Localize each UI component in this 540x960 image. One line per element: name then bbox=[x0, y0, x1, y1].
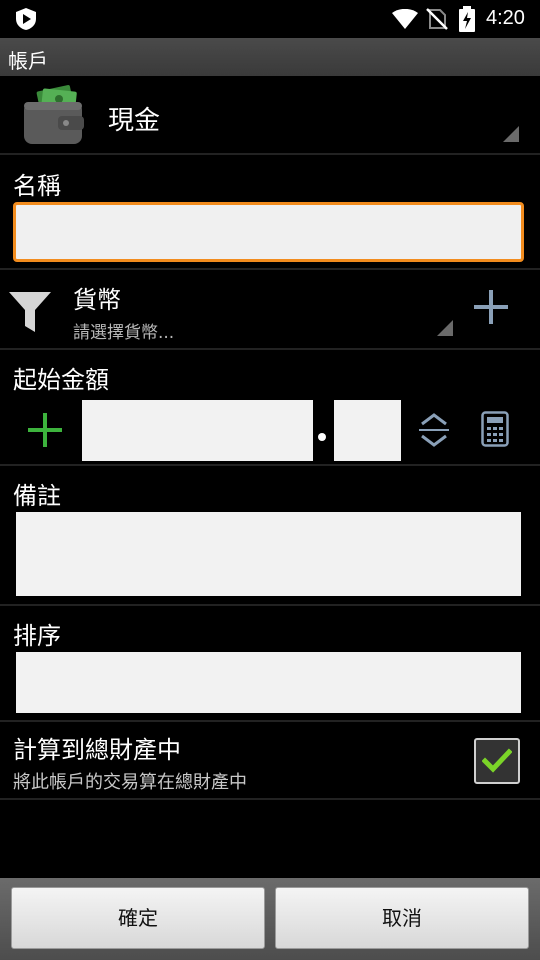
status-time: 4:20 bbox=[486, 7, 525, 29]
divider bbox=[0, 153, 540, 155]
filter-icon bbox=[9, 292, 51, 332]
divider bbox=[0, 464, 540, 466]
note-input[interactable] bbox=[16, 512, 521, 596]
divider bbox=[0, 798, 540, 800]
status-bar: 4:20 bbox=[0, 0, 540, 38]
confirm-button[interactable]: 確定 bbox=[11, 887, 265, 949]
include-in-total-label: 計算到總財產中 bbox=[13, 736, 181, 764]
divider bbox=[0, 720, 540, 722]
cancel-button[interactable]: 取消 bbox=[275, 887, 529, 949]
divider bbox=[0, 604, 540, 606]
amount-integer-input[interactable] bbox=[82, 400, 313, 461]
sort-label: 排序 bbox=[13, 622, 61, 650]
amount-decimal-input[interactable] bbox=[334, 400, 401, 461]
no-sim-icon bbox=[426, 8, 448, 30]
wallet-icon bbox=[24, 85, 84, 144]
note-label: 備註 bbox=[13, 482, 61, 510]
starting-amount-label: 起始金額 bbox=[13, 366, 109, 394]
name-label: 名稱 bbox=[13, 172, 61, 200]
name-input[interactable] bbox=[13, 202, 524, 262]
spinner-indicator bbox=[437, 320, 453, 336]
spinner-indicator bbox=[503, 126, 519, 142]
calculator-icon[interactable] bbox=[481, 411, 509, 447]
up-down-icon[interactable] bbox=[417, 412, 451, 448]
account-selector[interactable]: 現金 bbox=[0, 76, 540, 154]
battery-charging-icon bbox=[459, 6, 475, 32]
sign-plus-icon[interactable] bbox=[28, 413, 62, 447]
include-in-total-description: 將此帳戶的交易算在總財產中 bbox=[13, 772, 247, 793]
divider bbox=[0, 348, 540, 350]
button-bar: 確定 取消 bbox=[0, 878, 540, 960]
account-name: 現金 bbox=[108, 106, 161, 136]
currency-selector[interactable]: 貨幣 請選擇貨幣... bbox=[0, 270, 540, 348]
currency-label: 貨幣 bbox=[73, 286, 121, 314]
checkmark-icon bbox=[482, 748, 512, 773]
app-shield-icon bbox=[16, 8, 36, 30]
sort-input[interactable] bbox=[16, 652, 521, 713]
decimal-separator bbox=[318, 433, 326, 441]
page-title: 帳戶 bbox=[8, 49, 48, 73]
wifi-icon bbox=[392, 9, 418, 29]
title-bar: 帳戶 bbox=[0, 38, 540, 76]
include-in-total-checkbox[interactable] bbox=[474, 738, 520, 784]
add-currency-plus-icon[interactable] bbox=[474, 290, 508, 324]
currency-placeholder: 請選擇貨幣... bbox=[73, 323, 175, 343]
